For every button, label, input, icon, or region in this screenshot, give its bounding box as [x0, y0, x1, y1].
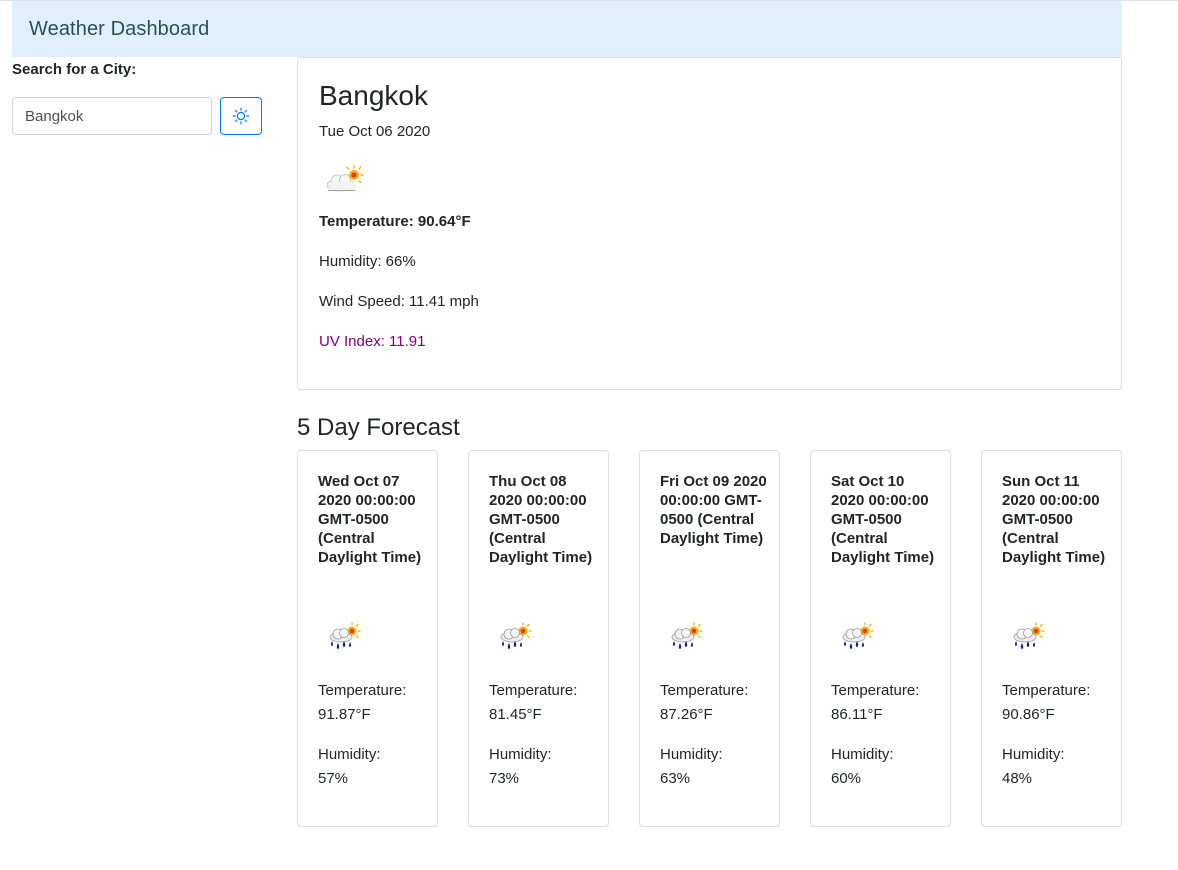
forecast-temperature-value: 86.11°F	[831, 706, 883, 723]
sun-icon	[232, 107, 250, 125]
cloud-sun-icon	[326, 165, 364, 192]
forecast-humidity-label: Humidity:	[489, 746, 552, 763]
forecast-temperature-label: Temperature:	[318, 682, 407, 699]
forecast-humidity-value: 63%	[660, 770, 691, 787]
forecast-card: Sun Oct 11 2020 00:00:00 GMT-0500 (Centr…	[981, 450, 1122, 827]
forecast-date: Wed Oct 07 2020 00:00:00 GMT-0500 (Centr…	[318, 473, 422, 566]
current-wind-speed: Wind Speed: 11.41 mph	[319, 293, 479, 310]
forecast-row: Wed Oct 07 2020 00:00:00 GMT-0500 (Centr…	[297, 450, 1122, 827]
forecast-card: Sat Oct 10 2020 00:00:00 GMT-0500 (Centr…	[810, 450, 951, 827]
forecast-card: Thu Oct 08 2020 00:00:00 GMT-0500 (Centr…	[468, 450, 609, 827]
forecast-date: Sat Oct 10 2020 00:00:00 GMT-0500 (Centr…	[831, 473, 935, 566]
forecast-temperature-label: Temperature:	[831, 682, 920, 699]
forecast-temperature-value: 87.26°F	[660, 706, 713, 723]
current-temperature: Temperature: 90.64°F	[319, 213, 471, 230]
forecast-temperature-value: 91.87°F	[318, 706, 371, 723]
forecast-humidity-label: Humidity:	[1002, 746, 1065, 763]
rain-sun-icon	[842, 622, 874, 649]
rain-sun-icon	[500, 622, 532, 649]
forecast-date: Sun Oct 11 2020 00:00:00 GMT-0500 (Centr…	[1002, 473, 1106, 566]
forecast-temperature-label: Temperature:	[1002, 682, 1091, 699]
forecast-temperature-label: Temperature:	[660, 682, 749, 699]
forecast-humidity-value: 57%	[318, 770, 349, 787]
city-search-input[interactable]	[12, 97, 212, 135]
forecast-humidity-value: 60%	[831, 770, 862, 787]
rain-sun-icon	[329, 622, 361, 649]
app-title: Weather Dashboard	[29, 17, 210, 40]
forecast-humidity-value: 73%	[489, 770, 520, 787]
forecast-card: Fri Oct 09 2020 00:00:00 GMT-0500 (Centr…	[639, 450, 780, 827]
forecast-date: Fri Oct 09 2020 00:00:00 GMT-0500 (Centr…	[660, 473, 767, 547]
navbar: Weather Dashboard	[12, 1, 1122, 57]
forecast-humidity-label: Humidity:	[831, 746, 894, 763]
forecast-humidity-label: Humidity:	[660, 746, 723, 763]
city-name: Bangkok	[319, 80, 428, 111]
current-date: Tue Oct 06 2020	[319, 123, 431, 140]
search-button[interactable]	[220, 97, 262, 135]
current-weather-card: Bangkok Tue Oct 06 2020 Temperature: 90.…	[297, 57, 1122, 390]
forecast-humidity-label: Humidity:	[318, 746, 381, 763]
forecast-temperature-value: 81.45°F	[489, 706, 542, 723]
current-humidity: Humidity: 66%	[319, 253, 416, 270]
forecast-card: Wed Oct 07 2020 00:00:00 GMT-0500 (Centr…	[297, 450, 438, 827]
forecast-date: Thu Oct 08 2020 00:00:00 GMT-0500 (Centr…	[489, 473, 593, 566]
forecast-humidity-value: 48%	[1002, 770, 1033, 787]
rain-sun-icon	[671, 622, 703, 649]
forecast-temperature-value: 90.86°F	[1002, 706, 1055, 723]
forecast-temperature-label: Temperature:	[489, 682, 578, 699]
search-label: Search for a City:	[12, 61, 137, 78]
current-uv-index: UV Index: 11.91	[319, 333, 426, 350]
forecast-title: 5 Day Forecast	[297, 414, 460, 441]
rain-sun-icon	[1013, 622, 1045, 649]
